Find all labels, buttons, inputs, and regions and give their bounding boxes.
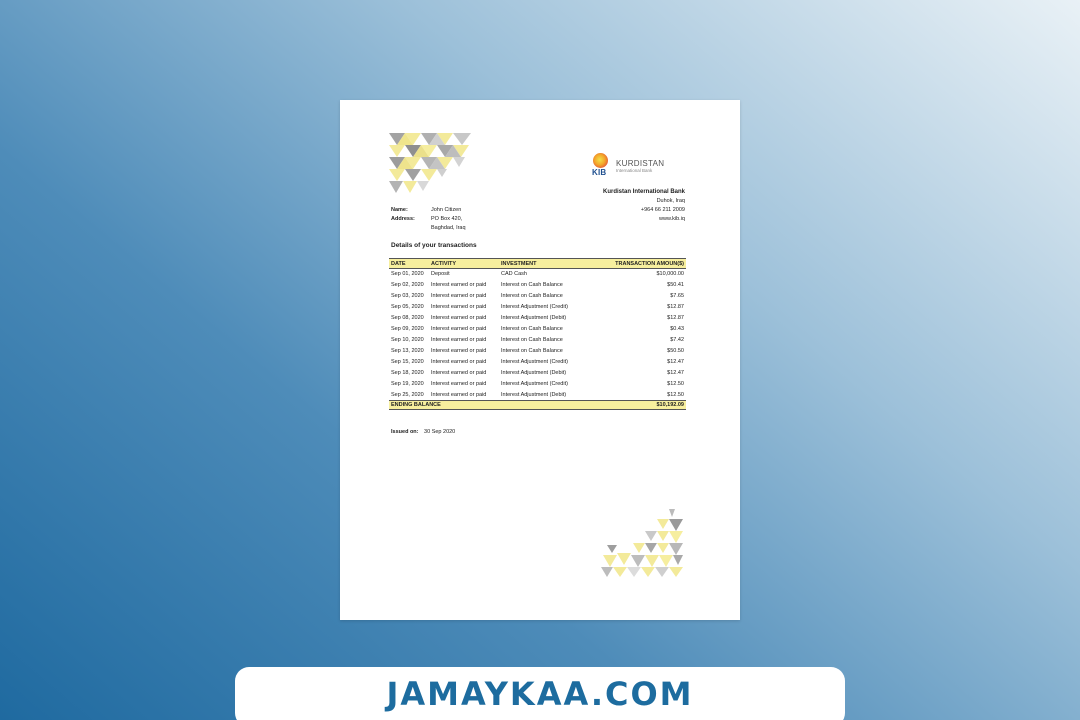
cell-investment: Interest on Cash Balance [501, 326, 563, 332]
cell-amount: $7.42 [670, 337, 684, 343]
table-row: Sep 10, 2020 Interest earned or paid Inter… [389, 335, 686, 346]
cell-activity: Interest earned or paid [431, 381, 487, 387]
section-title: Details of your transactions [391, 242, 477, 249]
customer-name: John Citizen [431, 207, 462, 213]
table-row: Sep 18, 2020 Interest earned or paid Inter… [389, 368, 686, 379]
triangle-pattern-top-left [389, 133, 471, 193]
cell-amount: $50.50 [667, 348, 684, 354]
cell-investment: CAD Cash [501, 271, 527, 278]
bank-phone: +964 66 211 2009 [640, 207, 685, 213]
cell-investment: Interest Adjustment (Credit) [501, 381, 568, 387]
triangle-pattern-bottom-right [601, 509, 683, 577]
issued-date: 30 Sep 2020 [424, 429, 456, 435]
kib-logo-icon: KIB [591, 152, 611, 180]
cell-amount: $12.50 [667, 391, 684, 398]
cell-amount: $12.87 [667, 304, 684, 310]
table-row: Sep 25, 2020 Interest earned or paid Inter… [389, 390, 686, 401]
cell-date: Sep 01, 2020 [391, 271, 424, 278]
table-row: Sep 08, 2020 Interest earned or paid Inter… [389, 313, 686, 324]
logo-wordmark: KURDISTAN [616, 159, 665, 168]
table-row: Sep 01, 2020 Deposit CAD Cash $10,000.00 [389, 269, 686, 280]
logo-subtitle: International Bank [616, 168, 653, 173]
cell-investment: Interest Adjustment (Credit) [501, 359, 568, 365]
cell-date: Sep 19, 2020 [391, 381, 424, 387]
cell-investment: Interest Adjustment (Credit) [501, 304, 568, 310]
header-investment: INVESTMENT [499, 258, 591, 269]
watermark-text: JAMAYKAA.COM [386, 675, 694, 713]
cell-investment: Interest Adjustment (Debit) [501, 370, 567, 376]
logo-abbreviation: KIB [592, 168, 607, 177]
header-activity: ACTIVITY [429, 258, 499, 269]
header-date: DATE [389, 258, 429, 269]
customer-details: Name: John Citizen Address: PO Box 420, … [391, 206, 466, 233]
bank-logo: KIB KURDISTAN International Bank [591, 152, 671, 180]
address-label: Address: [391, 216, 415, 222]
cell-date: Sep 25, 2020 [391, 391, 424, 398]
cell-investment: Interest on Cash Balance [501, 337, 563, 343]
transactions-table: DATE ACTIVITY INVESTMENT TRANSACTION AMO… [389, 258, 686, 410]
table-header-row: DATE ACTIVITY INVESTMENT TRANSACTION AMO… [389, 258, 686, 269]
cell-date: Sep 15, 2020 [391, 359, 424, 365]
bank-details: Kurdistan International Bank Duhok, Iraq… [603, 188, 685, 224]
cell-activity: Interest earned or paid [431, 326, 487, 332]
cell-date: Sep 09, 2020 [391, 326, 424, 332]
cell-activity: Interest earned or paid [431, 348, 487, 354]
cell-date: Sep 13, 2020 [391, 348, 424, 354]
cell-amount: $12.87 [667, 315, 684, 321]
cell-activity: Interest earned or paid [431, 282, 487, 288]
table-row: Sep 15, 2020 Interest earned or paid Inter… [389, 357, 686, 368]
cell-investment: Interest Adjustment (Debit) [501, 315, 567, 321]
ending-balance-amount: $10,192.09 [591, 400, 686, 410]
bank-website: www.kib.iq [659, 216, 685, 222]
table-row: Sep 03, 2020 Interest earned or paid Inter… [389, 291, 686, 302]
table-row: Sep 02, 2020 Interest earned or paid Inter… [389, 280, 686, 291]
cell-investment: Interest on Cash Balance [501, 348, 563, 354]
cell-investment: Interest on Cash Balance [501, 293, 563, 299]
cell-amount: $7.65 [670, 293, 684, 299]
table-row: Sep 13, 2020 Interest earned or paid Inter… [389, 346, 686, 357]
cell-investment: Interest on Cash Balance [501, 282, 563, 288]
cell-date: Sep 08, 2020 [391, 315, 424, 321]
cell-amount: $12.47 [667, 370, 684, 376]
cell-amount: $12.47 [667, 359, 684, 365]
cell-activity: Interest earned or paid [431, 370, 487, 376]
cell-date: Sep 05, 2020 [391, 304, 424, 310]
cell-amount: $0.43 [670, 326, 684, 332]
table-row: Sep 09, 2020 Interest earned or paid Inter… [389, 324, 686, 335]
address-line-1: PO Box 420, [431, 216, 463, 222]
name-label: Name: [391, 207, 408, 213]
cell-activity: Interest earned or paid [431, 337, 487, 343]
cell-activity: Interest earned or paid [431, 359, 487, 365]
bank-name: Kurdistan International Bank [602, 189, 685, 195]
statement-page: KIB KURDISTAN International Bank Kurdist… [340, 100, 740, 620]
cell-investment: Interest Adjustment (Debit) [501, 391, 567, 398]
address-line-2: Baghdad, Iraq [431, 225, 466, 231]
cell-activity: Interest earned or paid [431, 315, 487, 321]
transactions-body: Sep 01, 2020 Deposit CAD Cash $10,000.00 Sep… [389, 269, 686, 401]
issued-label: Issued on: [391, 429, 419, 435]
bank-city: Duhok, Iraq [656, 198, 685, 204]
cell-activity: Deposit [431, 271, 450, 278]
cell-activity: Interest earned or paid [431, 304, 487, 310]
cell-activity: Interest earned or paid [431, 293, 487, 299]
cell-amount: $10,000.00 [656, 271, 684, 278]
cell-amount: $50.41 [667, 282, 684, 288]
header-amount: TRANSACTION AMOUN($) [591, 258, 686, 269]
watermark-banner: JAMAYKAA.COM [235, 667, 845, 720]
cell-date: Sep 03, 2020 [391, 293, 424, 299]
cell-activity: Interest earned or paid [431, 391, 487, 398]
cell-date: Sep 02, 2020 [391, 282, 424, 288]
ending-balance-label: ENDING BALANCE [389, 400, 591, 410]
cell-amount: $12.50 [667, 381, 684, 387]
cell-date: Sep 10, 2020 [391, 337, 424, 343]
ending-balance-row: ENDING BALANCE $10,192.09 [389, 400, 686, 410]
logo-sphere [593, 153, 608, 168]
table-row: Sep 05, 2020 Interest earned or paid Inter… [389, 302, 686, 313]
issued-on: Issued on: 30 Sep 2020 [391, 429, 455, 435]
table-row: Sep 19, 2020 Interest earned or paid Inter… [389, 379, 686, 390]
cell-date: Sep 18, 2020 [391, 370, 424, 376]
